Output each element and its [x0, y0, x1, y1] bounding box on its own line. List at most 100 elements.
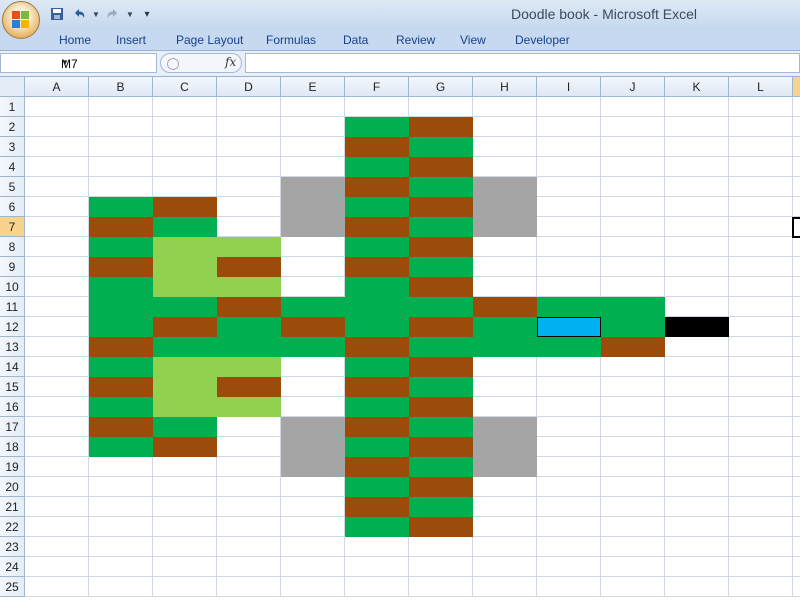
cell[interactable]	[665, 157, 729, 177]
cell[interactable]	[793, 377, 800, 397]
cell[interactable]	[729, 557, 793, 577]
row-header-24[interactable]: 24	[0, 557, 25, 577]
cell[interactable]	[793, 97, 800, 117]
filled-cell-f8[interactable]	[345, 237, 409, 257]
cell[interactable]	[793, 557, 800, 577]
cell[interactable]	[665, 497, 729, 517]
cell[interactable]	[281, 397, 345, 417]
cell[interactable]	[601, 397, 665, 417]
cell[interactable]	[793, 157, 800, 177]
filled-cell-f5[interactable]	[345, 177, 409, 197]
filled-cell-b11[interactable]	[89, 297, 153, 317]
cell[interactable]	[729, 257, 793, 277]
row-header-18[interactable]: 18	[0, 437, 25, 457]
cell[interactable]	[25, 517, 89, 537]
cell-area[interactable]	[25, 97, 800, 600]
cell[interactable]	[473, 497, 537, 517]
cell[interactable]	[217, 477, 281, 497]
filled-cell-g13[interactable]	[409, 337, 473, 357]
cell[interactable]	[217, 577, 281, 597]
row-header-16[interactable]: 16	[0, 397, 25, 417]
cell[interactable]	[281, 357, 345, 377]
cell[interactable]	[473, 357, 537, 377]
column-header-c[interactable]: C	[153, 77, 217, 97]
filled-cell-f4[interactable]	[345, 157, 409, 177]
cell[interactable]	[25, 537, 89, 557]
cell[interactable]	[25, 197, 89, 217]
column-header-m[interactable]	[793, 77, 800, 97]
office-button[interactable]	[2, 1, 40, 39]
cell[interactable]	[409, 97, 473, 117]
filled-cell-b7[interactable]	[89, 217, 153, 237]
cell[interactable]	[409, 577, 473, 597]
tab-review[interactable]: Review	[396, 33, 435, 47]
cell[interactable]	[153, 537, 217, 557]
cell[interactable]	[729, 157, 793, 177]
cell[interactable]	[793, 117, 800, 137]
filled-cell-g11[interactable]	[409, 297, 473, 317]
cell[interactable]	[217, 517, 281, 537]
cell[interactable]	[217, 177, 281, 197]
column-header-g[interactable]: G	[409, 77, 473, 97]
filled-cell-c12[interactable]	[153, 317, 217, 337]
cell[interactable]	[217, 537, 281, 557]
cell[interactable]	[601, 277, 665, 297]
cell[interactable]	[601, 517, 665, 537]
filled-cell-f2[interactable]	[345, 117, 409, 137]
cell[interactable]	[793, 357, 800, 377]
cell[interactable]	[601, 97, 665, 117]
row-header-10[interactable]: 10	[0, 277, 25, 297]
cell[interactable]	[217, 557, 281, 577]
cell[interactable]	[153, 177, 217, 197]
cell[interactable]	[537, 377, 601, 397]
cell[interactable]	[537, 437, 601, 457]
cell[interactable]	[601, 157, 665, 177]
cell[interactable]	[729, 537, 793, 557]
cell[interactable]	[729, 357, 793, 377]
filled-cell-j12[interactable]	[601, 317, 665, 337]
filled-cell-f16[interactable]	[345, 397, 409, 417]
filled-cell-d11[interactable]	[217, 297, 281, 317]
column-header-i[interactable]: I	[537, 77, 601, 97]
cell[interactable]	[25, 397, 89, 417]
cell[interactable]	[537, 97, 601, 117]
cell[interactable]	[793, 177, 800, 197]
cell[interactable]	[537, 237, 601, 257]
row-header-25[interactable]: 25	[0, 577, 25, 597]
filled-cell-e18[interactable]	[281, 437, 345, 457]
row-header-5[interactable]: 5	[0, 177, 25, 197]
filled-cell-g12[interactable]	[409, 317, 473, 337]
cell[interactable]	[345, 537, 409, 557]
select-all-button[interactable]	[0, 77, 25, 97]
filled-cell-h17[interactable]	[473, 417, 537, 437]
row-header-23[interactable]: 23	[0, 537, 25, 557]
row-header-15[interactable]: 15	[0, 377, 25, 397]
cell[interactable]	[217, 197, 281, 217]
filled-cell-f3[interactable]	[345, 137, 409, 157]
cell[interactable]	[25, 257, 89, 277]
filled-cell-b14[interactable]	[89, 357, 153, 377]
cell[interactable]	[89, 137, 153, 157]
insert-function-icon[interactable]: fx	[225, 55, 236, 69]
cell[interactable]	[281, 237, 345, 257]
filled-cell-g22[interactable]	[409, 517, 473, 537]
cell[interactable]	[473, 257, 537, 277]
filled-cell-e5[interactable]	[281, 177, 345, 197]
cell[interactable]	[601, 537, 665, 557]
filled-cell-g15[interactable]	[409, 377, 473, 397]
row-header-1[interactable]: 1	[0, 97, 25, 117]
filled-cell-g3[interactable]	[409, 137, 473, 157]
row-header-21[interactable]: 21	[0, 497, 25, 517]
cell[interactable]	[25, 237, 89, 257]
filled-cell-g7[interactable]	[409, 217, 473, 237]
filled-cell-f18[interactable]	[345, 437, 409, 457]
cell[interactable]	[537, 537, 601, 557]
filled-cell-e11[interactable]	[281, 297, 345, 317]
cell[interactable]	[537, 517, 601, 537]
cell[interactable]	[537, 177, 601, 197]
column-header-k[interactable]: K	[665, 77, 729, 97]
cell[interactable]	[473, 137, 537, 157]
filled-cell-h6[interactable]	[473, 197, 537, 217]
cell[interactable]	[665, 377, 729, 397]
cell[interactable]	[793, 457, 800, 477]
